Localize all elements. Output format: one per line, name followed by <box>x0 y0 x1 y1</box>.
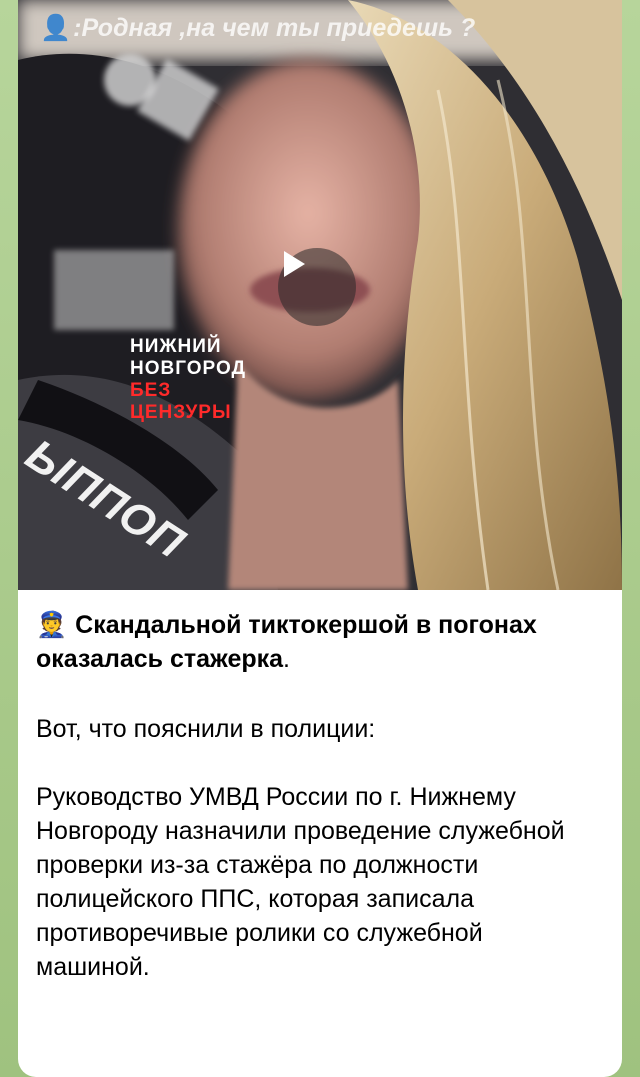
post-headline: 👮 Скандальной тиктокершой в погонах оказа… <box>36 608 596 676</box>
play-icon <box>284 251 305 277</box>
police-officer-icon: 👮 <box>36 611 68 639</box>
watermark-line-3: БЕЗ <box>130 380 172 401</box>
watermark-line-4: ЦЕНЗУРЫ <box>130 402 232 423</box>
overlay-caption-text: :Родная ,на чем ты приедешь ? <box>73 14 476 42</box>
person-icon: 👤 <box>40 14 72 42</box>
watermark-line-1: НИЖНИЙ <box>130 336 222 357</box>
channel-watermark: НИЖНИЙ НОВГОРОД БЕЗ ЦЕНЗУРЫ <box>130 336 300 424</box>
play-button[interactable] <box>278 248 356 326</box>
message-bubble: 👤:Родная ,на чем ты приедешь ? НИЖНИЙ НО… <box>18 0 622 1077</box>
watermark-line-2: НОВГОРОД <box>130 358 247 379</box>
headline-period: . <box>283 645 290 673</box>
post-paragraph-1: Вот, что пояснили в полиции: <box>36 715 376 743</box>
message-text: 👮 Скандальной тиктокершой в погонах оказа… <box>36 608 596 1018</box>
video-overlay-caption: 👤:Родная ,на чем ты приедешь ? <box>40 14 475 43</box>
post-paragraph-2: Руководство УМВД России по г. Нижнему Но… <box>36 783 565 981</box>
video-thumbnail[interactable]: 👤:Родная ,на чем ты приедешь ? НИЖНИЙ НО… <box>18 0 622 590</box>
